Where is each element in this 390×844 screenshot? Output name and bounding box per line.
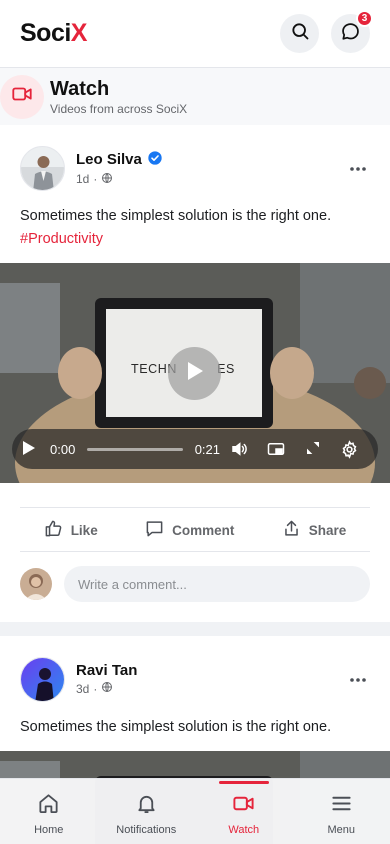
globe-icon <box>101 681 113 696</box>
like-button[interactable]: Like <box>44 519 98 541</box>
nav-menu[interactable]: Menu <box>293 779 390 844</box>
nav-notifications-label: Notifications <box>116 823 177 836</box>
top-app-bar: SociX 3 <box>0 0 390 68</box>
post-hashtag-link[interactable]: #Productivity <box>0 228 390 251</box>
current-time: 0:00 <box>50 441 76 457</box>
search-icon <box>290 21 310 46</box>
logo-accent: X <box>70 19 88 47</box>
volume-button[interactable] <box>220 440 257 459</box>
share-button[interactable]: Share <box>282 519 347 541</box>
post-author-block: Ravi Tan 3d · <box>76 662 346 696</box>
messages-badge: 3 <box>356 10 373 27</box>
post-meta: 3d · <box>76 681 346 696</box>
comment-button[interactable]: Comment <box>145 519 234 541</box>
watch-header-icon-wrap <box>0 74 44 119</box>
share-icon <box>282 519 301 541</box>
comment-label: Comment <box>172 522 235 538</box>
fullscreen-icon <box>294 440 331 459</box>
post-actions: Like Comment Share <box>20 510 370 550</box>
post-time[interactable]: 3d <box>76 682 89 696</box>
messages-button[interactable]: 3 <box>331 10 373 53</box>
verified-badge-icon <box>147 150 163 170</box>
volume-icon <box>220 440 257 459</box>
comment-icon <box>145 519 164 541</box>
gear-icon <box>331 439 368 459</box>
avatar[interactable] <box>20 656 65 702</box>
picture-in-picture-icon <box>257 440 294 459</box>
thumbs-up-icon <box>44 519 63 541</box>
picture-in-picture-button[interactable] <box>257 440 294 459</box>
video-camera-icon <box>11 83 33 110</box>
divider <box>20 507 370 508</box>
comment-input[interactable]: Write a comment... <box>64 566 370 602</box>
comment-composer: Write a comment... <box>20 566 370 602</box>
watch-header: Watch Videos from across SociX <box>0 68 390 125</box>
settings-button[interactable] <box>331 439 368 459</box>
bottom-navigation: Home Notifications Watch Menu <box>0 778 390 844</box>
video-controls: 0:00 0:21 <box>12 429 378 469</box>
play-pause-button[interactable] <box>22 440 36 459</box>
meta-dot: · <box>93 681 98 696</box>
top-actions: 3 <box>280 10 373 53</box>
page-subtitle: Videos from across SociX <box>50 101 188 116</box>
search-button[interactable] <box>280 14 319 53</box>
post-meta: 1d · <box>76 172 346 187</box>
post-time[interactable]: 1d <box>76 172 89 186</box>
author-name: Ravi Tan <box>76 662 138 679</box>
author-name: Leo Silva <box>76 151 142 168</box>
video-camera-icon <box>231 792 256 818</box>
nav-home-label: Home <box>34 823 64 836</box>
post-card: Leo Silva 1d · Sometimes the simplest so… <box>0 125 390 622</box>
bell-icon <box>135 792 158 818</box>
fullscreen-button[interactable] <box>294 440 331 459</box>
nav-watch[interactable]: Watch <box>195 779 293 844</box>
avatar <box>20 568 52 600</box>
duration: 0:21 <box>194 441 220 457</box>
home-icon <box>37 792 60 818</box>
more-horizontal-icon <box>349 159 367 177</box>
meta-dot: · <box>93 172 98 186</box>
share-label: Share <box>308 522 347 538</box>
post-text: Sometimes the simplest solution is the r… <box>20 208 332 224</box>
post-author[interactable]: Ravi Tan <box>76 662 346 679</box>
nav-home[interactable]: Home <box>0 779 98 844</box>
nav-notifications[interactable]: Notifications <box>98 779 196 844</box>
post-header: Leo Silva 1d · <box>0 125 390 191</box>
divider <box>20 551 370 552</box>
page-title: Watch <box>50 77 110 100</box>
post-author-block: Leo Silva 1d · <box>76 150 346 187</box>
play-icon <box>185 360 205 387</box>
more-options-button[interactable] <box>346 159 370 177</box>
post-author[interactable]: Leo Silva <box>76 150 346 170</box>
nav-watch-label: Watch <box>228 823 260 836</box>
globe-icon <box>101 172 113 187</box>
big-play-button[interactable] <box>168 347 221 400</box>
like-label: Like <box>70 522 98 538</box>
post-text: Sometimes the simplest solution is the r… <box>20 719 332 735</box>
post-header: Ravi Tan 3d · <box>0 636 390 702</box>
hamburger-menu-icon <box>330 792 353 818</box>
more-options-button[interactable] <box>346 670 370 688</box>
watch-header-text: Watch Videos from across SociX <box>50 77 187 117</box>
seek-bar[interactable] <box>87 447 183 451</box>
nav-menu-label: Menu <box>327 823 356 836</box>
video-control-icons <box>220 439 368 459</box>
avatar[interactable] <box>20 145 65 191</box>
more-horizontal-icon <box>349 670 367 688</box>
app-logo[interactable]: SociX <box>20 19 87 48</box>
logo-text: Soci <box>20 19 71 47</box>
